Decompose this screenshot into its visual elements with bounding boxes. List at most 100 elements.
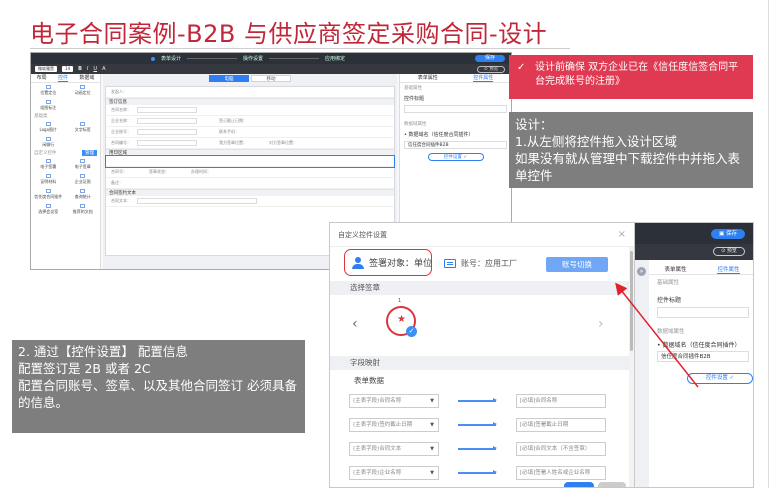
device-switch: 电脑 移动: [103, 74, 397, 83]
control-settings-button[interactable]: 控件设置 ✓: [687, 373, 753, 384]
form-data-heading: 表单数据: [354, 376, 384, 385]
tab-form-properties[interactable]: 表单属性: [664, 265, 686, 274]
control-settings-button[interactable]: 控件设置 ✓: [427, 153, 484, 161]
field-input[interactable]: [137, 140, 197, 146]
dialog-title: 自定义控件设置: [338, 231, 387, 239]
step-action-settings[interactable]: 操作设置: [243, 55, 263, 62]
target-field: [必填]签署人姓名或企业名称: [516, 466, 606, 480]
prerequisite-text: 设计前确保 双方企业已在《信任度信签合同平台完成账号的注册》: [535, 62, 739, 87]
canvas-edge: [635, 260, 649, 487]
tab-form-properties[interactable]: 表单属性: [418, 74, 438, 82]
font-color-button[interactable]: A: [102, 66, 105, 72]
source-field-select[interactable]: (主表字段)合同名称 ▼: [349, 394, 439, 408]
palette-item[interactable]: 信任度合同插件: [31, 187, 66, 201]
tab-control-properties[interactable]: 控件属性: [717, 265, 740, 274]
source-field-select[interactable]: (主表字段)合同文本 ▼: [349, 442, 439, 456]
chevron-right-icon[interactable]: ›: [598, 316, 604, 332]
preview-button[interactable]: ⊙ 预览: [477, 66, 505, 73]
italic-button[interactable]: I: [87, 66, 88, 72]
control-title-label: 控件标题: [657, 297, 682, 304]
palette-item[interactable]: 闲聊行: [31, 135, 66, 149]
switch-account-button[interactable]: 账号切换: [546, 257, 608, 272]
palette-item[interactable]: 企业证照: [66, 172, 101, 186]
palette-grid: 位置定位 动画定位 组图标注: [31, 83, 100, 112]
underline-button[interactable]: U: [93, 66, 97, 72]
data-domain-input[interactable]: 信任度合同插件B2B: [657, 351, 749, 362]
star-icon: ★: [397, 314, 406, 325]
source-field-select[interactable]: (主表字段)签约截止日期 ▼: [349, 418, 439, 432]
palette-item-label: 信任度合同插件: [34, 193, 63, 199]
form-row: 合同名称：: [106, 105, 394, 116]
palette-item[interactable]: 推荐的文档: [66, 202, 101, 216]
signer-label: 签署对象：单位: [369, 259, 433, 269]
control-icon: [45, 99, 51, 104]
mapping-row: (主表字段)签约截止日期 ▼ [必填]签署截止日期: [330, 416, 634, 434]
section-label: 自定义控件: [34, 151, 57, 156]
designer-topbar: 表单设计 操作设置 应用绑定 保存: [31, 53, 511, 64]
font-family-select[interactable]: 微软雅黑: [35, 66, 57, 72]
form-row: 企业名称： 签订截止日期：: [106, 116, 394, 127]
field-input[interactable]: [137, 129, 197, 135]
scrollbar-thumb[interactable]: [630, 251, 633, 351]
bold-button[interactable]: B: [78, 66, 82, 72]
tab-layout[interactable]: 布局: [37, 74, 47, 82]
field-input[interactable]: [137, 198, 257, 204]
font-size-select[interactable]: 14: [62, 66, 74, 72]
cancel-button[interactable]: [598, 482, 626, 487]
control-palette: 布局 控件 数据域 位置定位 动画定位 组图标注 基础类 Logo图片 文字标签…: [31, 74, 101, 269]
data-domain-input[interactable]: 信任度合同插件B2B: [404, 141, 507, 149]
save-button[interactable]: 保存: [475, 55, 505, 62]
mapping-row: (主表字段)企业名称 ▼ [必填]签署人姓名或企业名称: [330, 464, 634, 482]
manage-button[interactable]: 管理: [82, 150, 97, 156]
save-button[interactable]: ▣ 保存: [711, 229, 745, 239]
palette-item[interactable]: 电子签章: [66, 157, 101, 171]
image-icon: [45, 121, 51, 126]
palette-item[interactable]: 文字标签: [66, 120, 101, 134]
basic-properties-heading: 基础属性: [404, 86, 422, 91]
field-label: 合同编号：: [111, 140, 131, 145]
section-contract-text: 合同签约文本: [106, 189, 394, 196]
step-app-binding[interactable]: 应用绑定: [325, 55, 345, 62]
palette-item[interactable]: 动画定位: [66, 83, 101, 97]
palette-item[interactable]: 查询统计: [66, 187, 101, 201]
palette-item[interactable]: 电子签署: [31, 157, 66, 171]
close-icon[interactable]: ×: [618, 223, 626, 247]
callout-line: 如果没有就从管理中下载控件中并拖入表单控件: [515, 151, 741, 183]
properties-panel-crop: ▣ 保存 ⊙ 预览 » 表单属性 控件属性 基础属性 控件标题 数据域属性 • …: [634, 222, 754, 488]
device-mobile-button[interactable]: 移动: [251, 75, 291, 82]
tab-controls[interactable]: 控件: [57, 74, 68, 82]
form-row: 企业账号： 联系手机：: [106, 127, 394, 138]
signer-type: 签署对象：单位: [352, 256, 432, 269]
tab-control-properties[interactable]: 控件属性: [473, 74, 494, 82]
control-title-input[interactable]: [404, 105, 507, 113]
control-settings-dialog: 自定义控件设置 × 签署对象：单位 账号：应用工厂 账号切换 选择签章 ‹ 1 …: [329, 222, 635, 488]
chevron-left-icon[interactable]: ‹: [352, 316, 358, 332]
field-label: 对方签章位置：: [269, 140, 297, 145]
palette-item[interactable]: 位置定位: [31, 83, 66, 97]
designer-steps: 表单设计 操作设置 应用绑定: [151, 53, 345, 64]
field-input[interactable]: [137, 118, 197, 124]
company-seal[interactable]: ★ ✓: [386, 306, 417, 337]
field-label: 办理时间：: [191, 169, 211, 174]
confirm-button[interactable]: [564, 482, 594, 487]
mapping-row: (主表字段)合同文本 ▼ [必填]合同文本（不含签章）: [330, 440, 634, 458]
palette-item[interactable]: 证明材料: [31, 172, 66, 186]
preview-button[interactable]: ⊙ 预览: [713, 247, 745, 256]
palette-item[interactable]: Logo图片: [31, 120, 66, 134]
edit-icon: [45, 173, 51, 178]
edit-icon: [80, 203, 86, 208]
palette-item[interactable]: 组图标注: [31, 98, 66, 112]
control-title-input[interactable]: [657, 307, 749, 318]
user-icon: [352, 256, 364, 269]
contract-plugin-slot[interactable]: [105, 155, 395, 168]
tab-data-domain[interactable]: 数据域: [79, 74, 94, 82]
step-form-design[interactable]: 表单设计: [161, 55, 181, 62]
field-label: 签章状态：: [149, 169, 169, 174]
select-seal-section: 选择签章: [330, 281, 634, 295]
field-input[interactable]: [137, 107, 197, 113]
palette-item[interactable]: 选择会议室: [31, 202, 66, 216]
collapse-icon[interactable]: »: [637, 267, 646, 276]
callout-line: 配置合同账号、签章、以及其他合同签订 必须具备 的信息。: [18, 378, 297, 410]
device-desktop-button[interactable]: 电脑: [209, 75, 249, 82]
source-field-select[interactable]: (主表字段)企业名称 ▼: [349, 466, 439, 480]
